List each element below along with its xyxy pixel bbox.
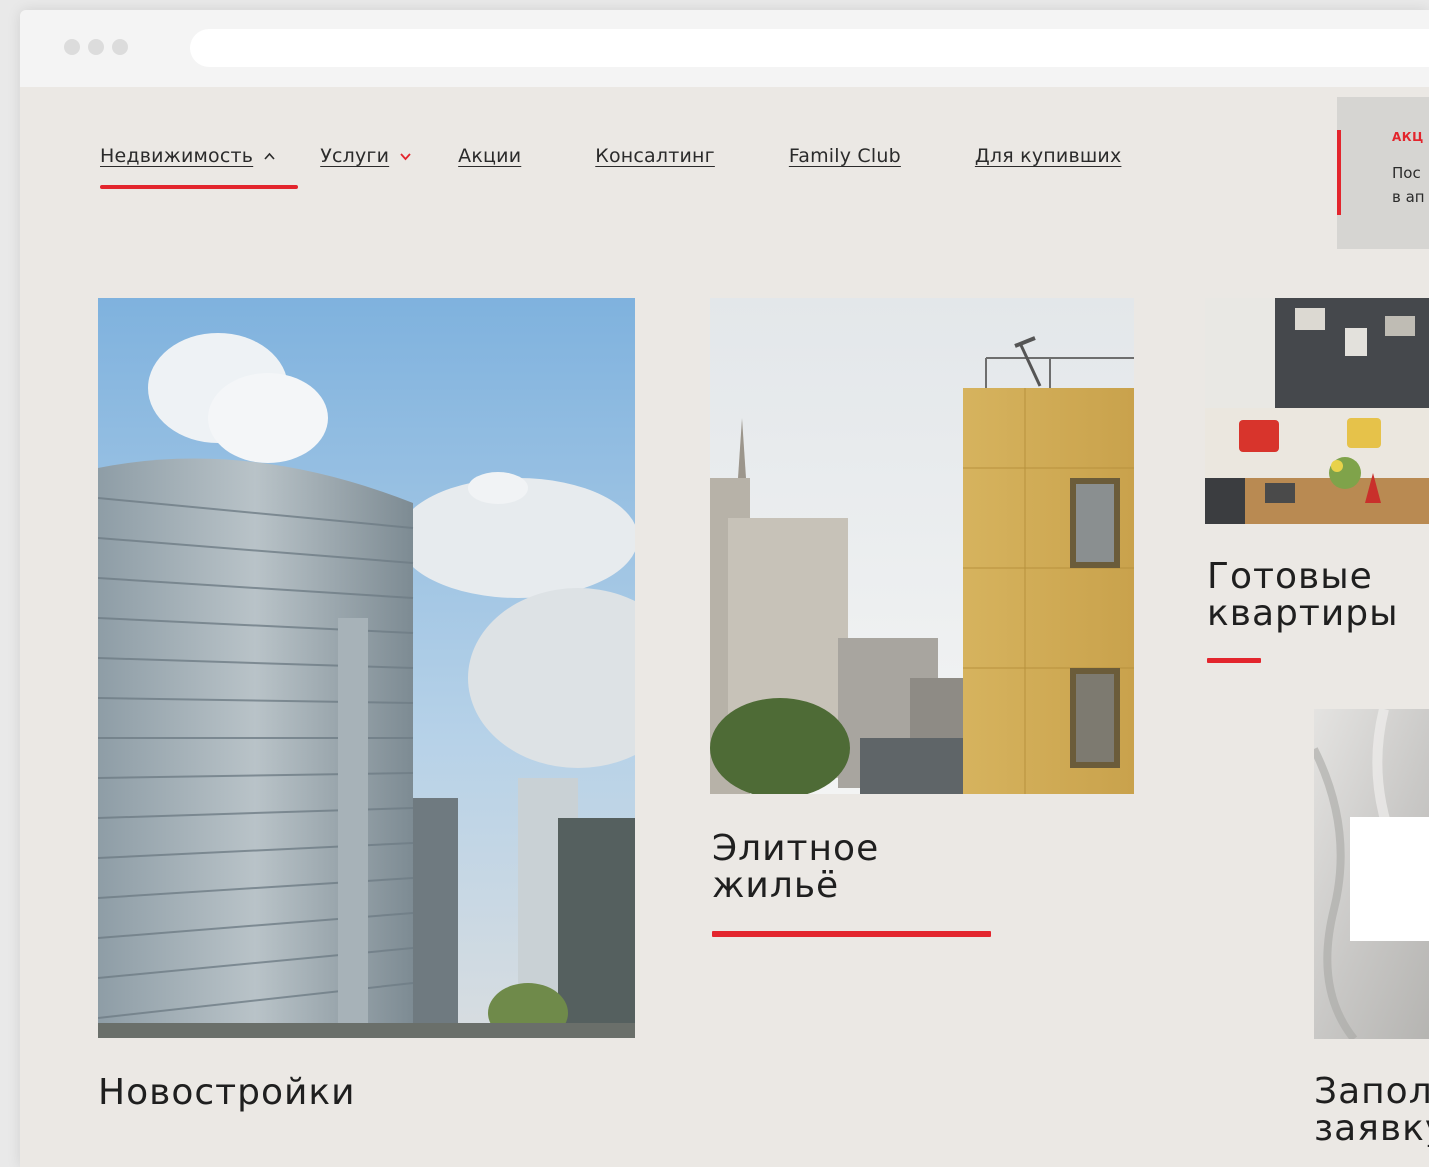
- highrise-building-photo: [98, 298, 635, 1038]
- chevron-up-icon: [264, 152, 275, 160]
- chevron-down-icon: [400, 152, 411, 160]
- address-bar[interactable]: [190, 29, 1429, 67]
- card-title: Элитное жильё: [712, 828, 880, 906]
- nav-item-services[interactable]: Услуги: [320, 145, 412, 167]
- browser-titlebar: [20, 10, 1429, 87]
- promo-tag: АКЦ: [1392, 130, 1424, 144]
- card-accent-bar: [1207, 658, 1261, 663]
- window-dot-icon[interactable]: [88, 39, 104, 55]
- nav-item-for-buyers[interactable]: Для купивших: [975, 145, 1122, 167]
- nav-item-label: Акции: [458, 145, 522, 167]
- nav-item-label: Услуги: [320, 145, 390, 167]
- card-title: Новостройки: [98, 1072, 356, 1113]
- nav-item-label: Недвижимость: [100, 145, 254, 167]
- promo-line: в ап: [1392, 188, 1425, 206]
- golden-facade-photo: [710, 298, 1134, 794]
- promo-text: Пос в ап: [1392, 161, 1425, 209]
- promo-card[interactable]: АКЦ Пос в ап: [1337, 97, 1429, 249]
- window-controls: [64, 39, 128, 55]
- card-accent-bar: [712, 931, 991, 937]
- card-elite-housing[interactable]: Элитное жильё: [710, 298, 1134, 948]
- living-room-interior-photo: [1205, 298, 1429, 524]
- nav-item-label: Консалтинг: [595, 145, 715, 167]
- main-nav: Недвижимость Услуги Акции Консалтинг Fam…: [100, 145, 1122, 189]
- nav-item-realty[interactable]: Недвижимость: [100, 145, 298, 189]
- window-dot-icon[interactable]: [112, 39, 128, 55]
- nav-item-label: Family Club: [788, 145, 901, 167]
- nav-item-promotions[interactable]: Акции: [458, 145, 521, 167]
- card-ready-apartments[interactable]: Готовые квартиры: [1205, 298, 1429, 678]
- card-title: Запол заявку: [1314, 1073, 1429, 1147]
- card-new-buildings[interactable]: Новостройки: [98, 298, 635, 1167]
- card-fill-request[interactable]: Запол заявку: [1314, 709, 1429, 1167]
- nav-item-consulting[interactable]: Консалтинг: [595, 145, 715, 167]
- card-title: Готовые квартиры: [1207, 556, 1399, 634]
- nav-active-indicator: [100, 185, 298, 189]
- fabric-and-card-photo: [1314, 709, 1429, 1039]
- nav-item-family-club[interactable]: Family Club: [789, 145, 901, 167]
- browser-window: Недвижимость Услуги Акции Консалтинг Fam…: [20, 10, 1429, 1167]
- nav-item-label: Для купивших: [974, 145, 1122, 167]
- page: Недвижимость Услуги Акции Консалтинг Fam…: [20, 87, 1429, 1167]
- promo-accent-bar: [1337, 130, 1341, 215]
- promo-line: Пос: [1392, 164, 1421, 182]
- window-dot-icon[interactable]: [64, 39, 80, 55]
